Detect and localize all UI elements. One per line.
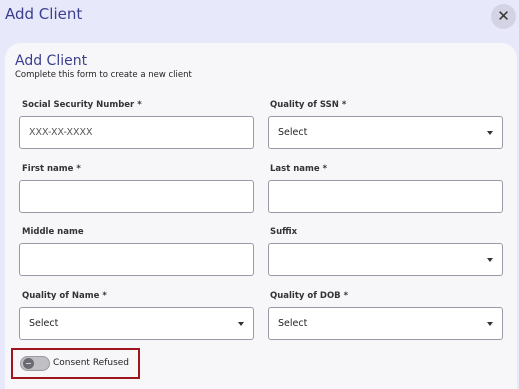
consent-refused-label: Consent Refused [53, 358, 130, 368]
ssn-placeholder: XXX-XX-XXXX [29, 127, 93, 138]
dialog-title: Add Client [5, 5, 83, 23]
toggle-knob [23, 358, 34, 369]
close-button[interactable]: ✕ [491, 4, 516, 29]
dialog-header: Add Client ✕ [0, 0, 519, 36]
quality-ssn-value: Select [278, 127, 308, 138]
consent-refused-highlight: Consent Refused [11, 348, 140, 379]
quality-name-value: Select [29, 318, 59, 329]
quality-ssn-label: Quality of SSN * [270, 100, 347, 110]
quality-dob-value: Select [278, 318, 308, 329]
form-title: Add Client [15, 53, 88, 69]
chevron-down-icon [487, 258, 493, 262]
first-name-input[interactable] [19, 180, 254, 213]
quality-dob-select[interactable]: Select [268, 307, 503, 340]
middle-name-input[interactable] [19, 243, 254, 276]
quality-ssn-select[interactable]: Select [268, 116, 503, 149]
minus-icon [26, 362, 31, 365]
add-client-form: Add Client Complete this form to create … [5, 43, 517, 389]
quality-dob-label: Quality of DOB * [270, 291, 349, 301]
chevron-down-icon [487, 131, 493, 135]
form-subtitle: Complete this form to create a new clien… [15, 70, 192, 80]
close-icon: ✕ [497, 7, 510, 25]
suffix-label: Suffix [270, 227, 298, 237]
chevron-down-icon [238, 322, 244, 326]
suffix-select[interactable] [268, 243, 503, 276]
last-name-input[interactable] [268, 180, 503, 213]
last-name-label: Last name * [270, 164, 328, 174]
quality-name-select[interactable]: Select [19, 307, 254, 340]
ssn-input[interactable]: XXX-XX-XXXX [19, 116, 254, 149]
chevron-down-icon [487, 322, 493, 326]
first-name-label: First name * [22, 164, 81, 174]
ssn-label: Social Security Number * [22, 100, 142, 110]
quality-name-label: Quality of Name * [22, 291, 107, 301]
middle-name-label: Middle name [22, 227, 84, 237]
consent-refused-toggle[interactable] [20, 356, 50, 371]
